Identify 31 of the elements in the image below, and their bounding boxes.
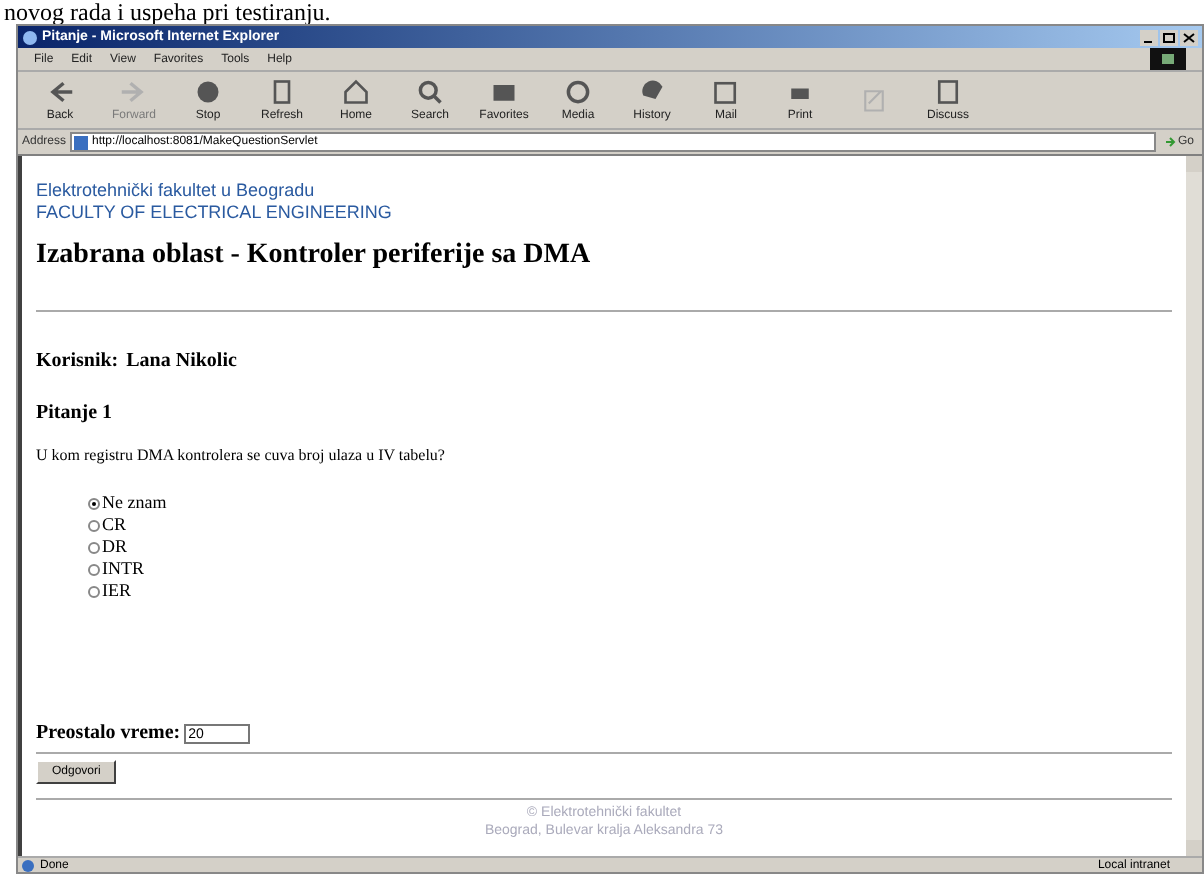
document-text: novog rada i uspeha pri testiranju. <box>2 0 333 24</box>
radio-button[interactable] <box>88 563 100 575</box>
time-label: Preostalo vreme: <box>36 720 181 748</box>
user-label: Korisnik: <box>36 348 119 376</box>
question-title: Pitanje 1 <box>36 400 115 428</box>
media-icon <box>564 78 592 106</box>
stop-icon <box>194 78 222 106</box>
answer-option[interactable]: CR <box>88 514 1172 536</box>
arrow-icon <box>1163 136 1176 148</box>
browser-icon <box>22 29 38 45</box>
answer-option[interactable]: Ne znam <box>88 492 1172 514</box>
question-text: U kom registru DMA kontrolera se cuva broj ulaza u IV tabelu? <box>36 444 447 468</box>
school-name: Elektrotehnički fakultet u Beogradu <box>36 180 317 202</box>
answer-option[interactable]: IER <box>88 580 1172 602</box>
windows-logo-icon <box>1150 48 1186 70</box>
page-title: Izabrana oblast - Kontroler periferije sa DMA <box>36 240 593 272</box>
back-icon <box>46 78 74 106</box>
forward-icon <box>120 78 148 106</box>
close-icon[interactable] <box>1180 29 1198 45</box>
radio-button[interactable] <box>88 541 100 553</box>
radio-button[interactable] <box>88 497 100 509</box>
radio-button[interactable] <box>88 519 100 531</box>
home-icon <box>342 78 370 106</box>
user-name: Lana Nikolic <box>126 348 237 376</box>
minimize-icon[interactable] <box>1140 29 1158 45</box>
search-icon <box>416 78 444 106</box>
radio-button[interactable] <box>88 585 100 597</box>
school-name-english: FACULTY OF ELECTRICAL ENGINEERING <box>36 202 394 224</box>
maximize-icon[interactable] <box>1160 29 1178 45</box>
answer-option[interactable]: DR <box>88 536 1172 558</box>
answer-option[interactable]: INTR <box>88 558 1172 580</box>
